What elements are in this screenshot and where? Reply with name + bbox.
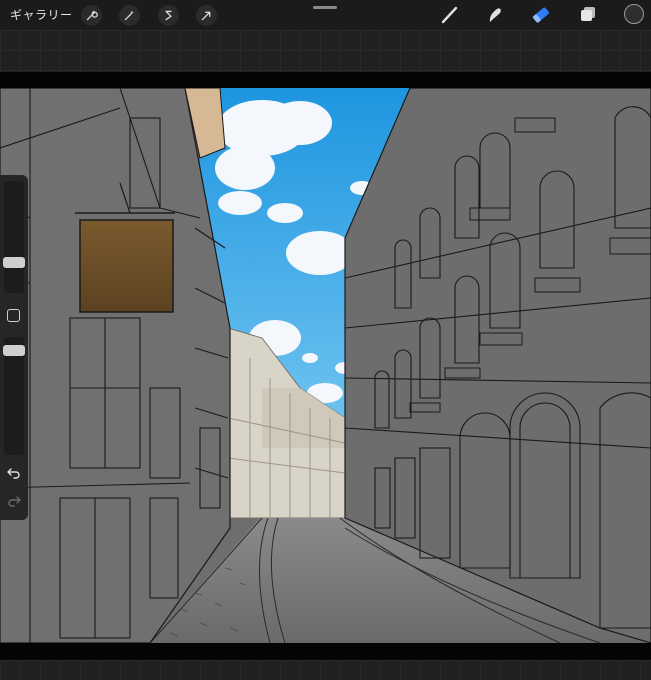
transform-arrow-icon[interactable]: [196, 5, 217, 26]
eraser-icon[interactable]: [530, 4, 552, 26]
workspace-background: [0, 30, 651, 72]
gallery-button[interactable]: ギャラリー: [10, 6, 73, 23]
wrench-icon[interactable]: [81, 5, 102, 26]
brush-icon[interactable]: [439, 4, 461, 26]
workspace-background-bottom: [0, 660, 651, 680]
drawing-canvas[interactable]: [0, 88, 651, 643]
brush-size-thumb[interactable]: [3, 257, 25, 268]
canvas-frame-top: [0, 72, 651, 88]
hanging-sign: [79, 219, 174, 313]
modify-square-icon[interactable]: [7, 309, 20, 322]
toolbar-handle[interactable]: [313, 6, 337, 9]
undo-icon[interactable]: [6, 465, 22, 481]
magic-wand-icon[interactable]: [119, 5, 140, 26]
brush-size-slider[interactable]: [3, 181, 25, 293]
canvas-frame-bottom: [0, 643, 651, 660]
color-swatch[interactable]: [624, 4, 644, 24]
top-toolbar: ギャラリー: [0, 0, 651, 30]
layers-icon[interactable]: [577, 4, 599, 26]
opacity-thumb[interactable]: [3, 345, 25, 356]
selection-icon[interactable]: [158, 5, 179, 26]
opacity-slider[interactable]: [3, 337, 25, 455]
street-illustration: [0, 88, 651, 643]
smudge-icon[interactable]: [484, 4, 506, 26]
redo-icon[interactable]: [6, 493, 22, 509]
sidebar: [0, 175, 28, 520]
